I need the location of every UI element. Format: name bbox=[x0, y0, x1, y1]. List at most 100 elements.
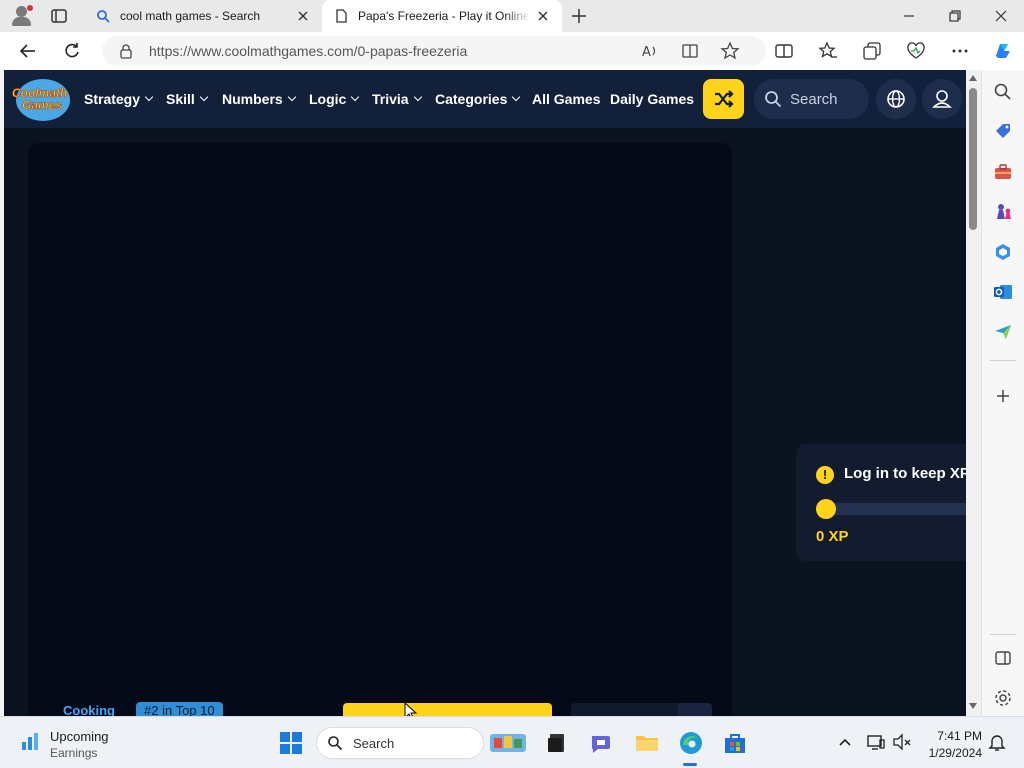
sidebar-search-icon[interactable] bbox=[993, 82, 1013, 102]
nav-categories[interactable]: Categories bbox=[435, 91, 521, 107]
chevron-down-icon bbox=[199, 92, 209, 102]
add-sidebar-app-icon[interactable] bbox=[993, 386, 1013, 406]
browser-toolbar: https://www.coolmathgames.com/0-papas-fr… bbox=[0, 32, 1024, 70]
scrollbar-thumb[interactable] bbox=[969, 88, 977, 230]
sidebar-divider bbox=[990, 360, 1016, 361]
widget-title[interactable]: Upcoming bbox=[50, 729, 109, 744]
site-search-placeholder: Search bbox=[790, 91, 838, 108]
file-explorer-icon[interactable] bbox=[634, 730, 660, 756]
refresh-icon[interactable] bbox=[62, 41, 82, 61]
xp-value: 0 XP bbox=[816, 528, 849, 545]
chevron-up-icon[interactable] bbox=[835, 732, 855, 752]
sidebar-divider bbox=[990, 634, 1016, 635]
nav-logic[interactable]: Logic bbox=[309, 91, 360, 107]
shopping-tag-icon[interactable] bbox=[993, 122, 1013, 142]
scroll-down-icon[interactable] bbox=[968, 702, 978, 710]
taskbar-search[interactable]: Search bbox=[316, 727, 484, 759]
page-icon bbox=[336, 9, 347, 23]
clock-time[interactable]: 7:41 PM bbox=[930, 729, 982, 743]
edge-browser-icon[interactable] bbox=[678, 730, 704, 756]
browser-tab-freezeria[interactable]: Papa's Freezeria - Play it Online at Coo… bbox=[322, 0, 562, 32]
lock-icon[interactable] bbox=[118, 43, 134, 59]
address-bar[interactable]: https://www.coolmathgames.com/0-papas-fr… bbox=[102, 36, 766, 66]
nav-trivia[interactable]: Trivia bbox=[372, 91, 422, 107]
task-view-icon[interactable] bbox=[544, 730, 570, 756]
page-scrollbar[interactable] bbox=[966, 70, 980, 716]
send-plane-icon[interactable] bbox=[993, 322, 1013, 342]
chevron-down-icon bbox=[512, 92, 521, 102]
collections-icon[interactable] bbox=[862, 41, 882, 61]
nav-all-games[interactable]: All Games bbox=[532, 91, 600, 107]
immersive-reader-icon[interactable] bbox=[680, 41, 700, 61]
favorites-icon[interactable] bbox=[818, 41, 838, 61]
copilot-icon[interactable] bbox=[992, 40, 1014, 62]
chevron-down-icon bbox=[351, 92, 360, 102]
xp-progress-knob bbox=[816, 499, 836, 519]
back-arrow-icon[interactable] bbox=[18, 41, 38, 61]
windows-start-icon[interactable] bbox=[278, 730, 304, 756]
restore-icon[interactable] bbox=[944, 5, 966, 27]
nav-strategy[interactable]: Strategy bbox=[84, 91, 154, 107]
split-screen-icon[interactable] bbox=[774, 41, 794, 61]
alert-icon: ! bbox=[816, 466, 834, 484]
close-window-icon[interactable] bbox=[990, 5, 1012, 27]
mouse-cursor-icon bbox=[404, 702, 418, 716]
game-secondary-button[interactable] bbox=[571, 703, 712, 716]
more-options-icon[interactable] bbox=[950, 41, 970, 61]
widget-subtitle[interactable]: Earnings bbox=[50, 746, 97, 760]
tools-briefcase-icon[interactable] bbox=[993, 162, 1013, 182]
tab-title: Papa's Freezeria - Play it Online at Coo… bbox=[358, 9, 530, 23]
minimize-icon[interactable] bbox=[898, 5, 920, 27]
notification-bell-icon[interactable] bbox=[987, 732, 1007, 752]
read-aloud-icon[interactable]: A bbox=[640, 41, 660, 61]
site-header: Coolmath Games Strategy Skill Numbers Lo… bbox=[4, 70, 966, 128]
site-search-input[interactable]: Search bbox=[754, 79, 869, 119]
display-icon[interactable] bbox=[866, 732, 886, 752]
shuffle-icon bbox=[715, 90, 734, 108]
microsoft-store-icon[interactable] bbox=[722, 730, 748, 756]
microsoft365-icon[interactable] bbox=[993, 242, 1013, 262]
nav-skill[interactable]: Skill bbox=[166, 91, 209, 107]
rank-badge[interactable]: #2 in Top 10 bbox=[136, 702, 223, 716]
favorite-star-icon[interactable] bbox=[720, 41, 740, 61]
search-icon bbox=[765, 91, 782, 108]
xp-login-message[interactable]: Log in to keep XP bbox=[844, 465, 966, 482]
profile-avatar-icon[interactable] bbox=[10, 5, 34, 27]
browser-sidebar bbox=[981, 70, 1024, 716]
stock-chart-icon[interactable] bbox=[20, 730, 42, 752]
search-highlight-icon[interactable] bbox=[488, 730, 528, 756]
browser-tab-search[interactable]: cool math games - Search bbox=[84, 0, 322, 32]
outlook-icon[interactable] bbox=[993, 282, 1013, 302]
settings-gear-icon[interactable] bbox=[993, 688, 1013, 708]
chevron-down-icon bbox=[144, 92, 154, 102]
category-tag[interactable]: Cooking bbox=[63, 703, 115, 716]
tab-title: cool math games - Search bbox=[120, 9, 261, 23]
scroll-up-icon[interactable] bbox=[968, 74, 978, 82]
close-tab-icon[interactable] bbox=[536, 9, 550, 23]
tab-actions-icon[interactable] bbox=[50, 7, 68, 25]
game-frame[interactable] bbox=[28, 143, 732, 716]
nav-daily-games[interactable]: Daily Games bbox=[610, 91, 694, 107]
browser-essentials-icon[interactable] bbox=[906, 41, 926, 61]
browser-tab-strip: cool math games - Search Papa's Freezeri… bbox=[0, 0, 1024, 32]
random-game-button[interactable] bbox=[703, 79, 744, 119]
game-action-button[interactable] bbox=[343, 703, 552, 716]
language-button[interactable] bbox=[876, 79, 916, 119]
chevron-down-icon bbox=[413, 92, 422, 102]
account-button[interactable] bbox=[922, 79, 962, 119]
teams-chat-icon[interactable] bbox=[588, 730, 614, 756]
volume-muted-icon[interactable] bbox=[892, 732, 912, 752]
clock-date[interactable]: 1/29/2024 bbox=[924, 746, 982, 760]
xp-progress-bar bbox=[816, 503, 966, 515]
games-chess-icon[interactable] bbox=[993, 202, 1013, 222]
url-text[interactable]: https://www.coolmathgames.com/0-papas-fr… bbox=[149, 43, 467, 59]
close-tab-icon[interactable] bbox=[296, 9, 310, 23]
nav-numbers[interactable]: Numbers bbox=[222, 91, 296, 107]
windows-taskbar: Upcoming Earnings Search 7:41 PM 1/29/20… bbox=[0, 716, 1024, 768]
user-icon bbox=[932, 90, 952, 108]
new-tab-icon[interactable] bbox=[570, 7, 588, 25]
globe-icon bbox=[887, 90, 905, 108]
active-app-indicator bbox=[683, 763, 697, 766]
hide-sidebar-icon[interactable] bbox=[993, 648, 1013, 668]
coolmath-logo[interactable]: Coolmath Games bbox=[12, 77, 80, 121]
